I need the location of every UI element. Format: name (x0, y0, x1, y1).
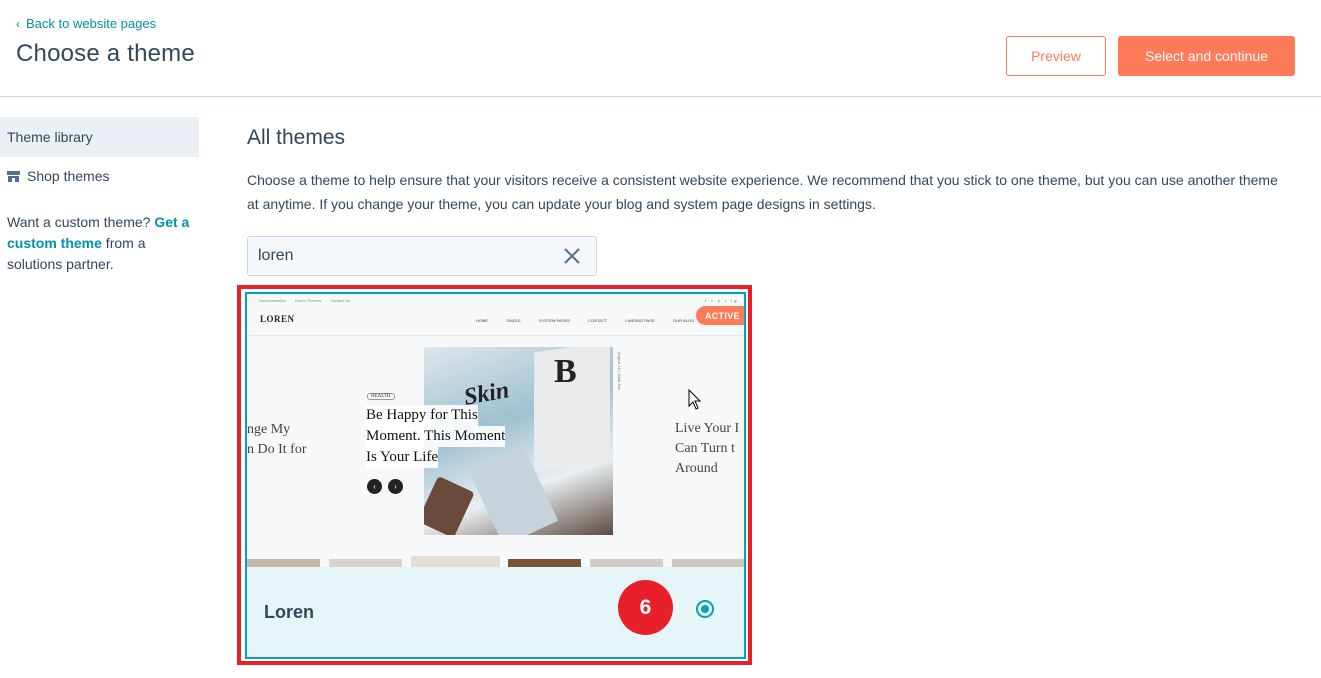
thumb-social-icons: f • y • ig (705, 298, 739, 303)
sidebar-item-theme-library[interactable]: Theme library (0, 117, 199, 157)
thumb-right-line: Can Turn t (675, 441, 735, 456)
thumb-gallery-image (329, 559, 402, 567)
custom-theme-note-prefix: Want a custom theme? (7, 214, 155, 230)
theme-search-input[interactable] (248, 237, 548, 275)
thumb-gallery-image (411, 556, 500, 567)
thumb-nav-item: HOME (476, 318, 488, 323)
thumb-right-line: Live Your I (675, 421, 740, 436)
page-title: Choose a theme (16, 40, 195, 67)
sidebar-item-label: Shop themes (27, 168, 110, 184)
hero-brand-mark: B (554, 353, 577, 390)
all-themes-heading: All themes (247, 126, 346, 149)
chevron-left-icon: ‹ (16, 16, 20, 31)
thumb-left-line: n Do It for (247, 442, 307, 457)
thumb-headline-line: Is Your Life (366, 447, 439, 468)
theme-card-loren[interactable]: Documentation Home Themes Contact Us f •… (245, 292, 746, 659)
thumb-gallery-image (590, 559, 663, 567)
thumb-left-line: nge My (247, 422, 291, 437)
mouse-cursor-icon (688, 389, 702, 410)
thumb-divider (247, 335, 744, 336)
thumb-nav-item: LANDING PAGE (625, 318, 655, 323)
sidebar-item-shop-themes[interactable]: Shop themes (0, 156, 199, 196)
theme-search-box (247, 236, 597, 276)
preview-button[interactable]: Preview (1006, 36, 1106, 76)
thumb-headline: Be Happy for This Moment. This Moment Is… (366, 405, 506, 468)
thumb-top-links: Documentation Home Themes Contact Us (259, 298, 358, 303)
thumb-nav: HOME SINGLE SYSTEM PAGES CONTACT LANDING… (476, 318, 711, 323)
thumb-next-arrow-icon: › (388, 479, 403, 494)
thumb-gallery-image (508, 559, 581, 567)
thumb-right-line: Around (675, 461, 718, 476)
thumb-headline-line: Be Happy for This (366, 405, 478, 426)
thumb-top-link: Home Themes (295, 298, 322, 303)
thumb-gallery-image (247, 559, 320, 567)
hero-bottle-shape (424, 475, 475, 535)
back-to-website-pages-link[interactable]: ‹ Back to website pages (16, 16, 156, 31)
theme-card-footer: Loren 6 (247, 567, 744, 657)
select-and-continue-button[interactable]: Select and continue (1118, 36, 1295, 76)
thumb-gallery-image (672, 559, 744, 567)
theme-name: Loren (264, 602, 315, 622)
sidebar-item-label: Theme library (7, 129, 93, 145)
theme-select-radio[interactable] (696, 600, 714, 618)
store-icon (7, 170, 20, 182)
thumb-prev-arrow-icon: ‹ (367, 479, 382, 494)
thumb-nav-item: SYSTEM PAGES (538, 318, 570, 323)
thumb-side-caption: August 19 | Mark Joe (617, 352, 622, 390)
thumb-right-slide-text: Live Your I Can Turn t Around (675, 419, 739, 479)
thumb-nav-item: CONTACT (588, 318, 608, 323)
step-number-badge: 6 (618, 580, 673, 635)
thumb-headline-line: Moment. This Moment (366, 426, 506, 447)
all-themes-description: Choose a theme to help ensure that your … (247, 172, 1278, 212)
thumb-nav-item: OUR BLOG (673, 318, 695, 323)
theme-thumbnail: Documentation Home Themes Contact Us f •… (247, 294, 744, 567)
thumb-category-tag: HEALTH (367, 393, 395, 400)
custom-theme-note: Want a custom theme? Get a custom theme … (7, 212, 202, 275)
thumb-logo: LOREN (260, 314, 295, 324)
header-divider (0, 96, 1321, 97)
thumb-top-link: Documentation (259, 298, 286, 303)
thumb-top-link: Contact Us (330, 298, 351, 303)
back-link-label: Back to website pages (26, 16, 157, 31)
active-badge: ACTIVE (696, 306, 744, 325)
thumb-nav-item: SINGLE (506, 318, 521, 323)
thumb-left-slide-text: nge My n Do It for (247, 420, 307, 460)
clear-search-icon[interactable] (562, 246, 582, 266)
